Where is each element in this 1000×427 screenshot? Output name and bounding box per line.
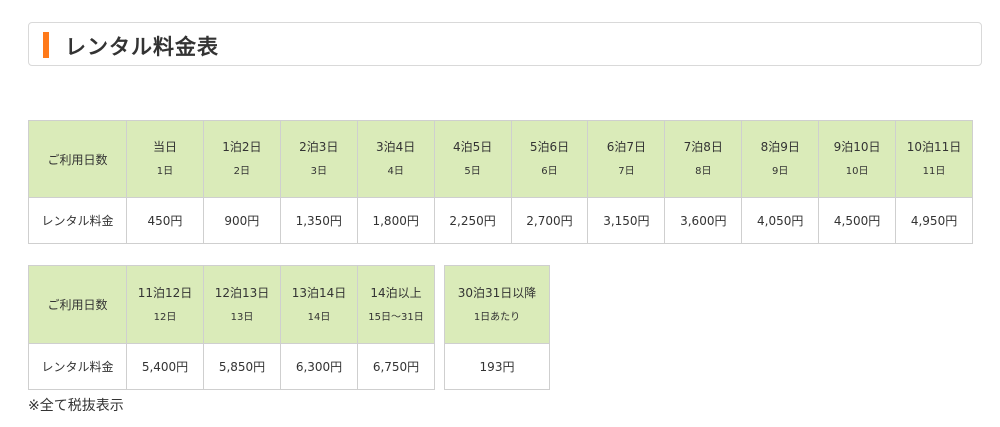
row-header-days: ご利用日数 [28,120,127,198]
row-header-price: レンタル料金 [28,343,127,390]
day-label: 2泊3日 [299,140,339,154]
page-title: レンタル料金表 [65,35,219,59]
day-cell: 当日 1日 [126,120,204,198]
day-label: 8泊9日 [760,140,800,154]
day-count: 2日 [233,166,251,177]
day-label: 10泊11日 [906,140,962,154]
price-cell: 5,850円 [203,343,281,390]
price-cell: 4,500円 [818,197,897,244]
price-cell: 1,800円 [356,197,435,244]
price-cell: 4,050円 [741,197,820,244]
row-header-price: レンタル料金 [28,197,127,244]
price-cell: 6,300円 [280,343,358,390]
price-cell: 193円 [444,343,550,390]
price-cell: 4,950円 [895,197,973,244]
day-cell: 30泊31日以降 1日あたり [444,265,550,344]
price-cell: 450円 [126,197,204,244]
day-label: 当日 [152,140,177,154]
day-label: 12泊13日 [214,285,270,300]
day-cell: 10泊11日 11日 [895,120,973,198]
days-row: 30泊31日以降 1日あたり [444,265,550,344]
day-count: 12日 [153,311,177,323]
day-cell: 8泊9日 9日 [741,120,820,198]
day-count: 11日 [922,166,946,177]
day-cell: 1泊2日 2日 [202,120,281,198]
price-cell: 3,150円 [587,197,666,244]
price-cell: 5,400円 [126,343,204,390]
day-count: 6日 [541,166,558,177]
price-cell: 2,250円 [433,197,512,244]
price-cell: 3,600円 [664,197,743,244]
day-cell: 11泊12日 12日 [126,265,204,344]
price-cell: 2,700円 [510,197,589,244]
days-row: ご利用日数 11泊12日 12日 12泊13日 13日 13泊14日 14日 14泊以… [28,265,435,344]
day-cell: 12泊13日 13日 [203,265,281,344]
day-count: 1日 [156,166,174,177]
day-count: 5日 [464,166,481,177]
day-cell: 4泊5日 5日 [433,120,512,198]
day-count: 14日 [307,311,331,323]
price-cell: 6,750円 [357,343,435,390]
day-label: 30泊31日以降 [457,285,537,300]
day-count: 13日 [230,311,254,323]
day-count: 7日 [618,166,635,177]
price-row: レンタル料金 5,400円 5,850円 6,300円 6,750円 [28,343,435,390]
rental-rate-table-3: 30泊31日以降 1日あたり 193円 [444,265,550,390]
day-cell: 5泊6日 6日 [510,120,589,198]
day-label: 5泊6日 [529,140,570,154]
tax-note: ※全て税抜表示 [28,398,124,414]
day-cell: 2泊3日 3日 [279,120,358,198]
day-count: 8日 [695,166,712,177]
days-row: ご利用日数 当日 1日 1泊2日 2日 2泊3日 3日 3泊4日 4日 4泊5日 5日 5… [28,120,973,198]
day-count: 3日 [310,166,327,177]
price-row: レンタル料金 450円 900円 1,350円 1,800円 2,250円 2,… [28,197,973,244]
day-cell: 14泊以上 15日〜31日 [357,265,435,344]
day-label: 4泊5日 [452,140,493,154]
day-cell: 9泊10日 10日 [818,120,897,198]
day-label: 13泊14日 [291,285,347,300]
price-row: 193円 [444,343,550,390]
day-count: 15日〜31日 [368,311,424,323]
day-label: 1泊2日 [222,140,262,154]
day-label: 14泊以上 [370,285,422,300]
day-count: 4日 [387,166,404,177]
day-label: 7泊8日 [683,140,723,154]
rental-rate-table-2: ご利用日数 11泊12日 12日 12泊13日 13日 13泊14日 14日 14泊以… [28,265,435,390]
day-cell: 6泊7日 7日 [587,120,666,198]
day-count: 9日 [772,166,789,177]
day-label: 9泊10日 [833,140,881,154]
price-cell: 900円 [202,197,281,244]
rental-rate-table-1: ご利用日数 当日 1日 1泊2日 2日 2泊3日 3日 3泊4日 4日 4泊5日 5日 5… [28,120,973,244]
row-header-days: ご利用日数 [28,265,127,344]
day-cell: 7泊8日 8日 [664,120,743,198]
day-count: 1日あたり [473,311,521,323]
day-count: 10日 [845,166,869,177]
day-cell: 13泊14日 14日 [280,265,358,344]
title-accent-bar [43,32,49,58]
day-label: 3泊4日 [376,140,416,154]
section-title-box: レンタル料金表 [28,22,982,66]
day-label: 11泊12日 [137,285,193,300]
day-label: 6泊7日 [606,140,647,154]
price-cell: 1,350円 [279,197,358,244]
day-cell: 3泊4日 4日 [356,120,435,198]
